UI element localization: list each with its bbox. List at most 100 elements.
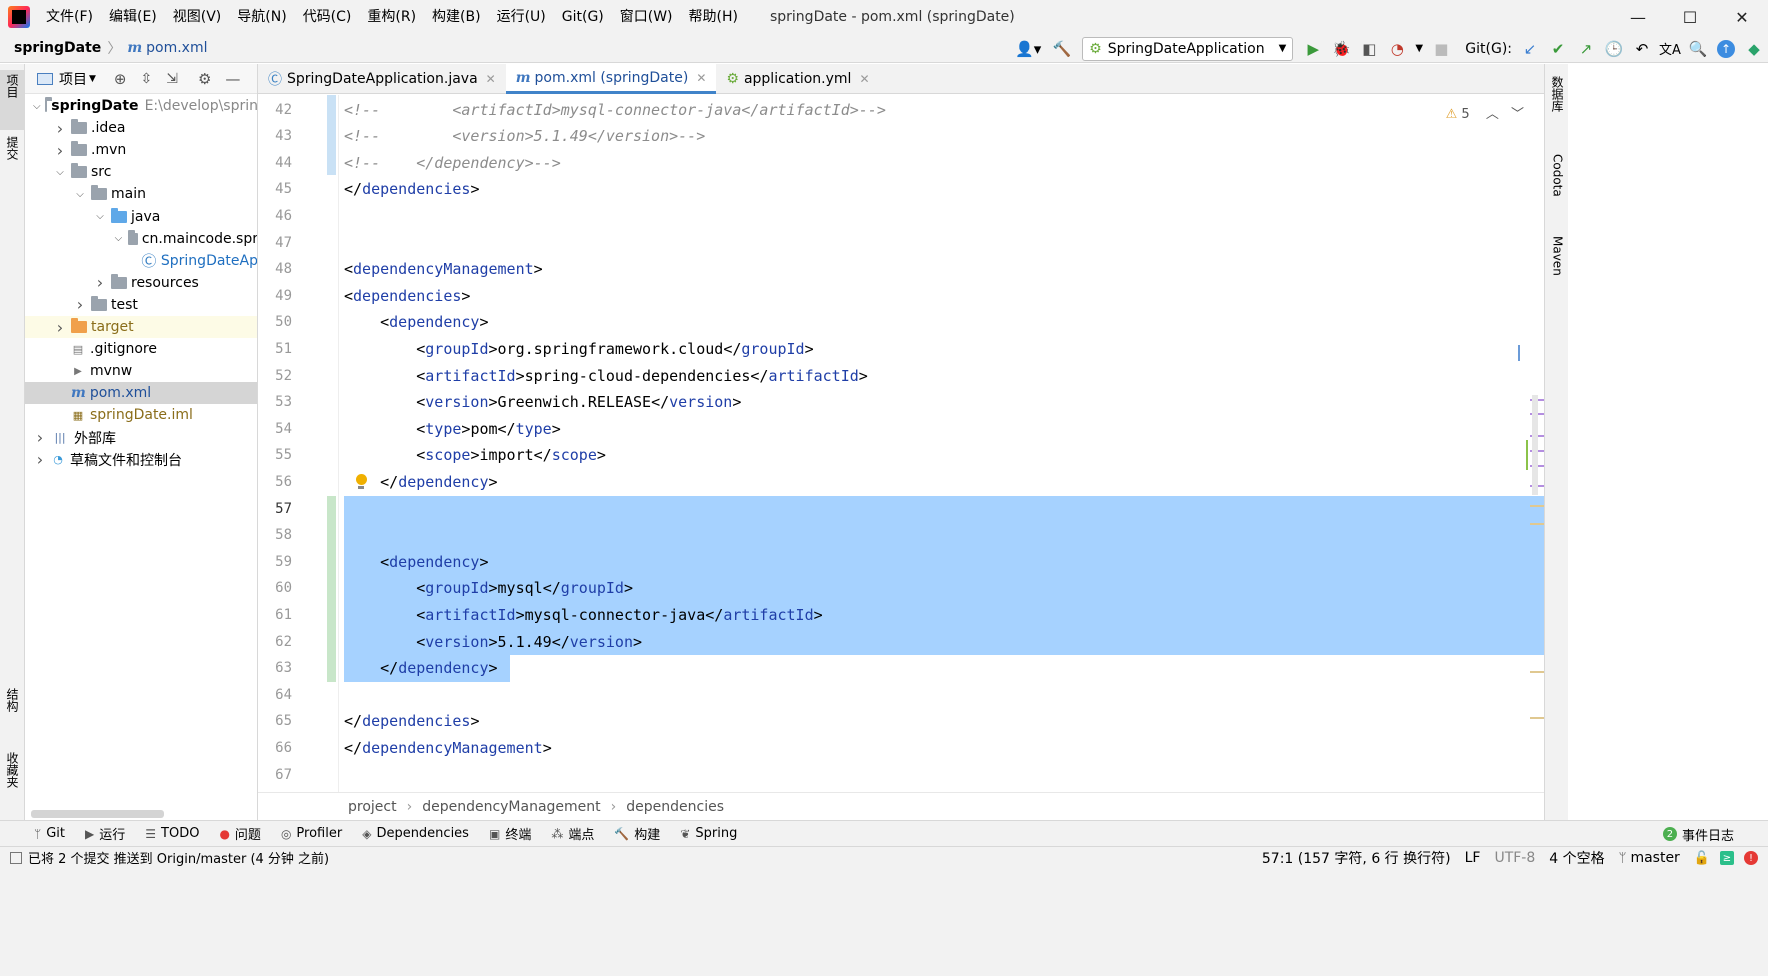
menu-item[interactable]: 窗口(W) bbox=[612, 0, 681, 34]
chevron-down-icon[interactable]: ▼ bbox=[89, 74, 96, 84]
user-icon[interactable]: 👤▾ bbox=[1008, 35, 1048, 63]
tree-item[interactable]: Ⓒ SpringDateAp bbox=[25, 250, 257, 272]
run-configuration-select[interactable]: ⚙ SpringDateApplication ▼ bbox=[1082, 36, 1294, 61]
bottom-tool-tab[interactable]: 🔨 构建 bbox=[614, 824, 660, 844]
collapse-all-icon[interactable]: ⇲ bbox=[166, 71, 178, 87]
tree-item[interactable]: m pom.xml bbox=[25, 382, 257, 405]
plugin-icon[interactable]: ◆ bbox=[1740, 35, 1768, 63]
tree-item[interactable]: ⌵ src bbox=[25, 161, 257, 183]
vcs-modified-marker[interactable] bbox=[327, 95, 336, 176]
project-view-select[interactable]: 项目 bbox=[59, 69, 87, 89]
menu-item[interactable]: 重构(R) bbox=[359, 0, 424, 34]
code-line[interactable]: <groupId>mysql</groupId> bbox=[344, 575, 633, 602]
editor-tab[interactable]: ⚙ application.yml ✕ bbox=[716, 64, 879, 94]
code-line[interactable]: <!-- <artifactId>mysql-connector-java</a… bbox=[344, 97, 886, 124]
bottom-tool-tab[interactable]: ● 问题 bbox=[219, 824, 261, 844]
bottom-tool-tab[interactable]: ◎ Profiler bbox=[281, 824, 342, 843]
menu-item[interactable]: 运行(U) bbox=[489, 0, 554, 34]
chevron-right-icon[interactable]: › bbox=[53, 141, 67, 160]
menu-item[interactable]: 编辑(E) bbox=[101, 0, 165, 34]
bottom-tool-tab[interactable]: ◈ Dependencies bbox=[362, 824, 469, 843]
chevron-right-icon[interactable]: › bbox=[93, 273, 107, 292]
codota-tool-tab[interactable]: Codota bbox=[1545, 150, 1570, 220]
code-line[interactable]: <dependencies> bbox=[344, 283, 470, 310]
profile-icon[interactable]: ◔ bbox=[1383, 35, 1411, 63]
chevron-right-icon[interactable]: › bbox=[73, 295, 87, 314]
horizontal-scrollbar[interactable] bbox=[31, 810, 164, 818]
build-hammer-icon[interactable]: 🔨 bbox=[1048, 35, 1076, 63]
chevron-down-icon[interactable]: ⌵ bbox=[93, 211, 107, 222]
scroll-marker[interactable] bbox=[1530, 523, 1544, 525]
menu-item[interactable]: 文件(F) bbox=[38, 0, 101, 34]
editor-breadcrumb-item[interactable]: project bbox=[348, 799, 397, 815]
maven-tool-tab[interactable]: Maven bbox=[1545, 232, 1570, 292]
coverage-icon[interactable]: ◧ bbox=[1355, 35, 1383, 63]
caret-position[interactable]: 57:1 (157 字符, 6 行 换行符) bbox=[1262, 848, 1451, 868]
tree-item[interactable]: › .idea bbox=[25, 117, 257, 139]
chevron-down-icon[interactable]: ⌵ bbox=[53, 167, 67, 178]
code-line[interactable]: <!-- </dependency>--> bbox=[344, 150, 561, 177]
previous-highlight-icon[interactable]: ︿ bbox=[1486, 107, 1499, 122]
code-line[interactable]: <dependency> bbox=[344, 309, 488, 336]
bottom-tool-tab[interactable]: ☰ TODO bbox=[145, 824, 199, 843]
line-separator[interactable]: LF bbox=[1465, 850, 1481, 866]
lock-icon[interactable]: 🔓 bbox=[1694, 851, 1710, 866]
database-tool-tab[interactable]: 数据库 bbox=[1545, 72, 1570, 132]
menu-item[interactable]: Git(G) bbox=[554, 0, 612, 34]
code-line[interactable]: <scope>import</scope> bbox=[344, 442, 606, 469]
warnings-indicator[interactable]: ⚠ 5 ︿ ﹀ bbox=[1446, 103, 1524, 122]
codota-status-icon[interactable]: ≥ bbox=[1720, 851, 1734, 865]
update-icon[interactable]: ↑ bbox=[1712, 35, 1740, 63]
breadcrumb-project[interactable]: springDate bbox=[14, 40, 101, 56]
translate-icon[interactable]: 文A bbox=[1656, 35, 1684, 63]
commit-tool-tab[interactable]: 提交 bbox=[0, 132, 25, 182]
indent-setting[interactable]: 4 个空格 bbox=[1549, 848, 1604, 868]
code-line[interactable]: </dependencies> bbox=[344, 708, 479, 735]
scroll-marker[interactable] bbox=[1530, 717, 1544, 719]
git-branch[interactable]: master bbox=[1630, 850, 1679, 866]
tree-item[interactable]: › resources bbox=[25, 272, 257, 294]
chevron-down-icon[interactable]: ⌵ bbox=[33, 101, 41, 112]
expand-all-icon[interactable]: ⇳ bbox=[141, 71, 153, 87]
code-line[interactable]: <version>Greenwich.RELEASE</version> bbox=[344, 389, 741, 416]
menu-item[interactable]: 代码(C) bbox=[295, 0, 360, 34]
rollback-icon[interactable]: ↶ bbox=[1628, 35, 1656, 63]
close-tab-icon[interactable]: ✕ bbox=[696, 71, 706, 85]
locate-icon[interactable]: ⊕ bbox=[114, 70, 127, 88]
breadcrumb-file[interactable]: pom.xml bbox=[146, 40, 207, 56]
chevron-right-icon[interactable]: › bbox=[53, 318, 67, 337]
code-line[interactable]: </dependency> bbox=[344, 469, 497, 496]
scroll-marker[interactable] bbox=[1518, 345, 1520, 361]
run-icon[interactable]: ▶ bbox=[1299, 35, 1327, 63]
tree-item[interactable]: ⌵ springDate E:\develop\sprin bbox=[25, 95, 257, 117]
chevron-right-icon[interactable]: › bbox=[53, 119, 67, 138]
file-encoding[interactable]: UTF-8 bbox=[1494, 850, 1535, 866]
editor-scrollbar-markers[interactable] bbox=[1516, 95, 1544, 792]
search-icon[interactable]: 🔍 bbox=[1684, 35, 1712, 63]
tree-item[interactable]: › test bbox=[25, 294, 257, 316]
chevron-right-icon[interactable]: › bbox=[33, 450, 47, 469]
tree-item[interactable]: › target bbox=[25, 316, 257, 338]
vcs-added-marker[interactable] bbox=[327, 495, 336, 682]
code-line[interactable]: <artifactId>spring-cloud-dependencies</a… bbox=[344, 363, 868, 390]
git-commit-icon[interactable]: ✔ bbox=[1544, 35, 1572, 63]
code-line[interactable]: <version>5.1.49</version> bbox=[344, 629, 642, 656]
tree-item[interactable]: ⌵ java bbox=[25, 206, 257, 228]
gear-icon[interactable]: ⚙ bbox=[198, 70, 211, 88]
editor-tab[interactable]: Ⓒ SpringDateApplication.java ✕ bbox=[258, 64, 506, 94]
editor-breadcrumb-item[interactable]: dependencies bbox=[626, 799, 724, 815]
code-line[interactable]: <!-- <version>5.1.49</version>--> bbox=[344, 123, 705, 150]
editor-tab[interactable]: m pom.xml (springDate) ✕ bbox=[505, 64, 717, 94]
scroll-marker[interactable] bbox=[1530, 671, 1544, 673]
menu-item[interactable]: 导航(N) bbox=[229, 0, 294, 34]
close-window-button[interactable]: ✕ bbox=[1716, 0, 1768, 34]
git-push-icon[interactable]: ↗ bbox=[1572, 35, 1600, 63]
bottom-tool-tab[interactable]: ᛘ Git bbox=[34, 824, 65, 843]
code-line[interactable]: <artifactId>mysql-connector-java</artifa… bbox=[344, 602, 822, 629]
project-tool-tab[interactable]: 项目 bbox=[0, 70, 25, 130]
more-run-options-icon[interactable]: ▼ bbox=[1411, 35, 1427, 63]
bottom-tool-tab[interactable]: ⁂ 端点 bbox=[551, 824, 594, 844]
debug-icon[interactable]: 🐞 bbox=[1327, 35, 1355, 63]
chevron-right-icon[interactable]: › bbox=[33, 428, 47, 447]
chevron-down-icon[interactable]: ⌵ bbox=[113, 233, 124, 244]
